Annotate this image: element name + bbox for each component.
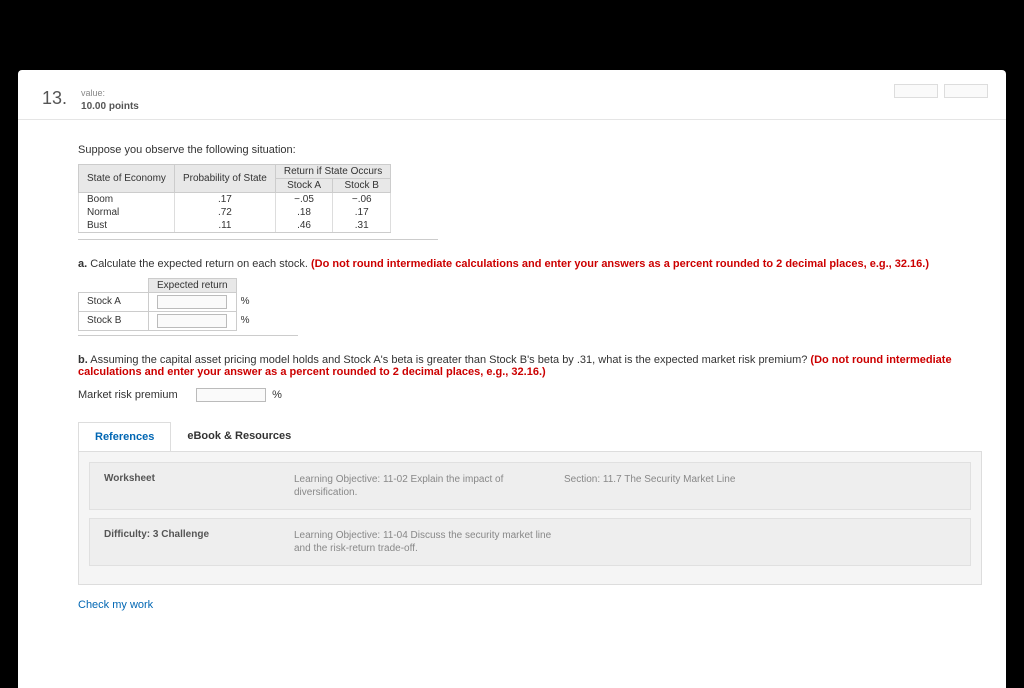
ref-lo-1: Learning Objective: 11-02 Explain the im… [294,473,564,499]
th-expected-return: Expected return [149,278,237,292]
situation-table: State of Economy Probability of State Re… [78,164,391,233]
check-my-work-link[interactable]: Check my work [78,599,153,611]
value-block: value: 10.00 points [81,88,139,113]
th-prob: Probability of State [174,164,275,192]
references-panel: Worksheet Learning Objective: 11-02 Expl… [78,451,982,585]
th-stock-a: Stock A [275,178,332,192]
reference-row: Worksheet Learning Objective: 11-02 Expl… [89,462,971,510]
pct-label: % [236,292,258,311]
expected-return-table: Expected return Stock A % Stock B % [78,278,259,331]
top-controls [894,84,988,98]
stock-a-return-input[interactable] [157,295,227,309]
ref-difficulty: Difficulty: 3 Challenge [104,529,294,555]
pct-label: % [272,389,282,401]
value-label: value: [81,88,139,100]
table-underline [78,335,298,336]
part-a-hint: (Do not round intermediate calculations … [311,258,929,270]
table-underline [78,239,438,240]
ghost-button-2[interactable] [944,84,988,98]
mrp-row: Market risk premium % [78,388,982,402]
intro-text: Suppose you observe the following situat… [78,144,982,156]
ghost-button-1[interactable] [894,84,938,98]
ref-empty [564,529,956,555]
question-card: 13. value: 10.00 points Suppose you obse… [18,70,1006,688]
th-state: State of Economy [79,164,175,192]
row-stock-a: Stock A [79,292,149,311]
stock-b-return-input[interactable] [157,314,227,328]
row-stock-b: Stock B [79,311,149,330]
tab-references[interactable]: References [78,422,171,451]
points-value: 10.00 points [81,100,139,113]
mrp-label: Market risk premium [78,389,178,401]
part-b-text: b. Assuming the capital asset pricing mo… [78,354,982,378]
ref-worksheet: Worksheet [104,473,294,499]
mrp-input[interactable] [196,388,266,402]
part-b-label: b. [78,354,88,366]
th-return-span: Return if State Occurs [275,164,390,178]
question-header: 13. value: 10.00 points [18,70,1006,120]
table-row: Bust .11 .46 .31 [79,219,391,233]
table-row: Boom .17 −.05 −.06 [79,192,391,206]
ref-lo-2: Learning Objective: 11-04 Discuss the se… [294,529,564,555]
th-stock-b: Stock B [333,178,391,192]
table-row: Normal .72 .18 .17 [79,206,391,219]
tabs: References eBook & Resources [78,422,982,451]
question-number: 13. [42,88,67,109]
reference-row: Difficulty: 3 Challenge Learning Objecti… [89,518,971,566]
tab-ebook[interactable]: eBook & Resources [171,422,307,451]
question-content: Suppose you observe the following situat… [18,120,1006,611]
pct-label: % [236,311,258,330]
ref-section: Section: 11.7 The Security Market Line [564,473,956,499]
part-a-text: a. Calculate the expected return on each… [78,258,982,270]
part-a-label: a. [78,258,87,270]
